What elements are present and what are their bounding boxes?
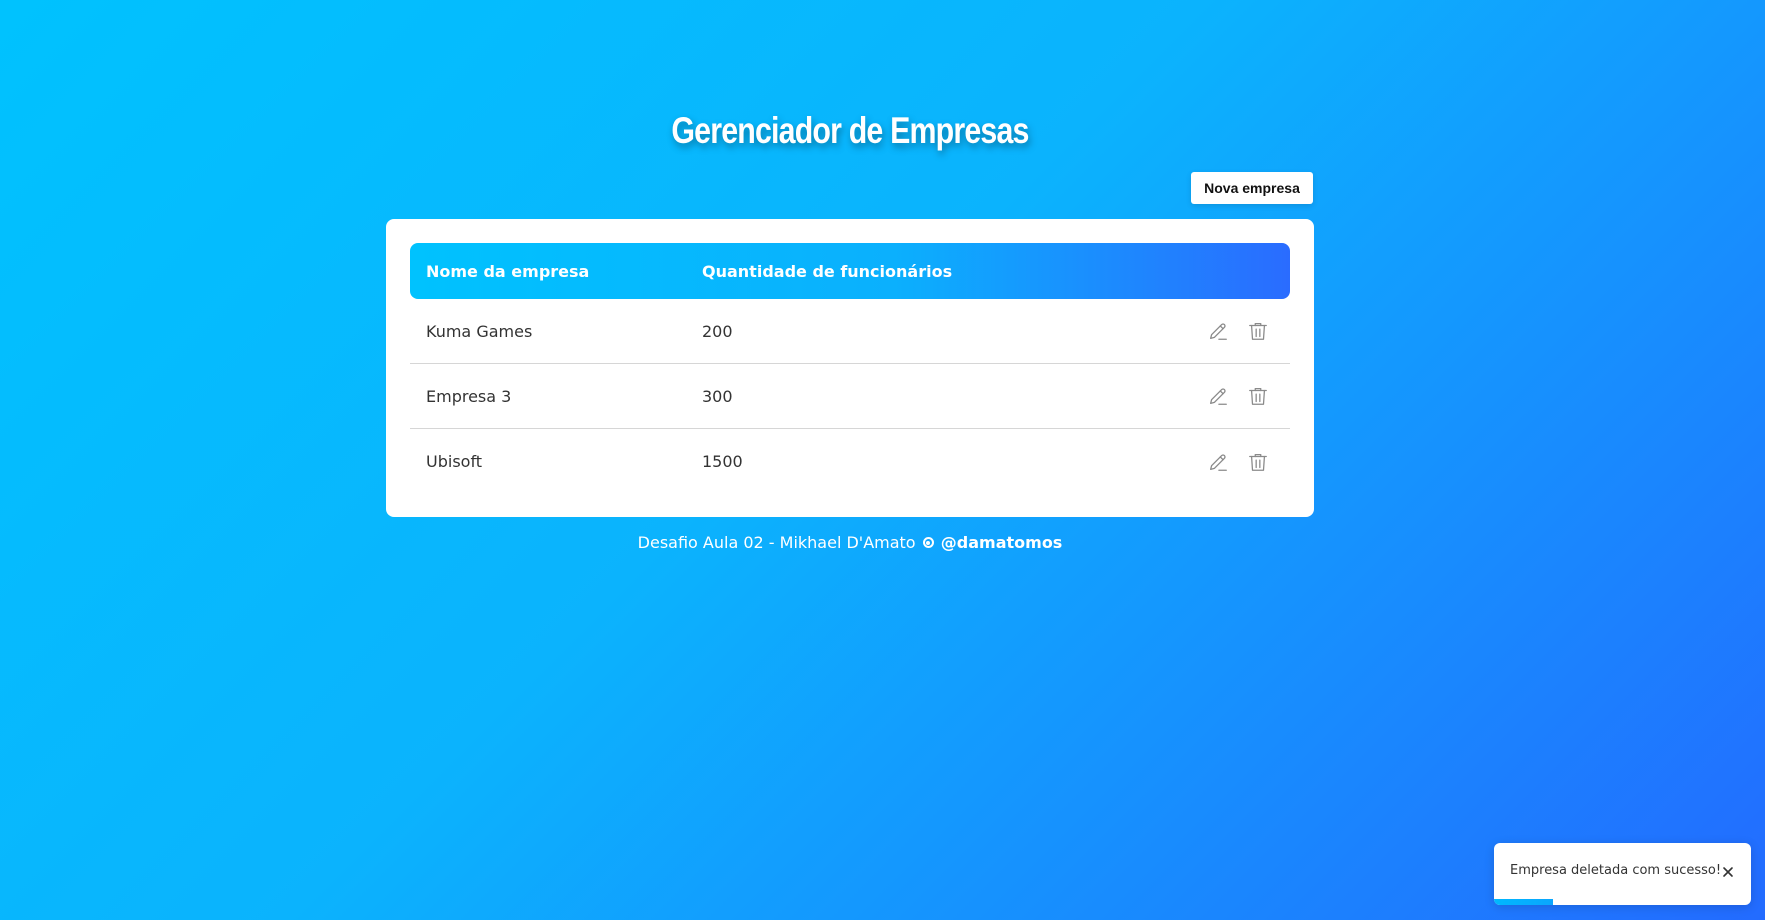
- table-row: Ubisoft 1500: [410, 429, 1290, 494]
- toast-notification: Empresa deletada com sucesso!: [1494, 843, 1751, 905]
- pencil-icon[interactable]: [1206, 384, 1230, 408]
- new-company-button[interactable]: Nova empresa: [1191, 172, 1313, 204]
- employee-count: 200: [702, 321, 733, 341]
- instagram-icon: [922, 537, 934, 548]
- header-employee-count: Quantidade de funcionários: [702, 261, 953, 281]
- trash-icon[interactable]: [1246, 450, 1270, 474]
- table-header: Nome da empresa Quantidade de funcionári…: [410, 243, 1290, 299]
- toast-progress-bar: [1494, 899, 1554, 905]
- employee-count: 300: [702, 386, 733, 406]
- page-title: Gerenciador de Empresas: [671, 110, 1029, 151]
- company-name: Empresa 3: [426, 386, 512, 406]
- table-row: Kuma Games 200: [410, 299, 1290, 364]
- footer-handle-link[interactable]: @damatomos: [941, 533, 1063, 552]
- close-icon[interactable]: [1719, 863, 1737, 881]
- row-actions: [1206, 450, 1290, 474]
- row-actions: [1206, 384, 1290, 408]
- trash-icon[interactable]: [1246, 384, 1270, 408]
- footer: Desafio Aula 02 - Mikhael D'Amato @damat…: [0, 533, 1700, 552]
- pencil-icon[interactable]: [1206, 319, 1230, 343]
- trash-icon[interactable]: [1246, 319, 1270, 343]
- toast-message: Empresa deletada com sucesso!: [1510, 863, 1722, 878]
- header-company-name: Nome da empresa: [426, 261, 590, 281]
- companies-card: Nome da empresa Quantidade de funcionári…: [386, 219, 1314, 517]
- pencil-icon[interactable]: [1206, 450, 1230, 474]
- footer-text: Desafio Aula 02 - Mikhael D'Amato: [637, 533, 916, 552]
- employee-count: 1500: [702, 452, 743, 471]
- company-name: Ubisoft: [426, 452, 483, 471]
- table-row: Empresa 3 300: [410, 364, 1290, 429]
- company-name: Kuma Games: [426, 321, 533, 341]
- row-actions: [1206, 319, 1290, 343]
